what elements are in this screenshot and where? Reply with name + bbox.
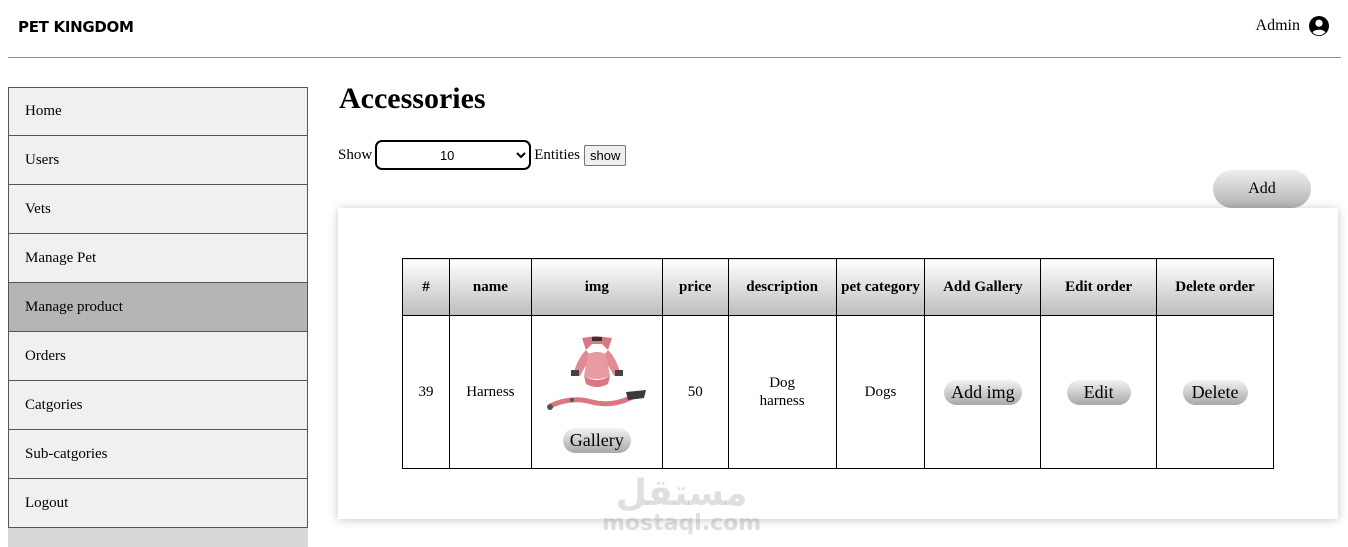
sidebar: Home Users Vets Manage Pet Manage produc… [8, 87, 308, 547]
products-table: # name img price description pet categor… [402, 258, 1274, 469]
sidebar-item-label: Logout [25, 494, 69, 511]
sidebar-item-manage-pet[interactable]: Manage Pet [8, 234, 308, 283]
product-image [546, 335, 646, 410]
sidebar-item-vets[interactable]: Vets [8, 185, 308, 234]
table-header-row: # name img price description pet categor… [402, 258, 1274, 316]
page-title: Accessories [339, 82, 486, 115]
sidebar-item-logout[interactable]: Logout [8, 479, 308, 528]
entities-label: Entities [534, 146, 581, 163]
sidebar-item-label: Vets [25, 200, 51, 217]
sidebar-item-label: Catgories [25, 396, 83, 413]
sidebar-item-orders[interactable]: Orders [8, 332, 308, 381]
column-header-add-gallery: Add Gallery [924, 258, 1042, 316]
user-circle-icon[interactable] [1308, 15, 1330, 37]
sidebar-item-label: Orders [25, 347, 66, 364]
column-header-description: description [727, 258, 837, 316]
add-button[interactable]: Add [1213, 170, 1311, 208]
cell-pet-category: Dogs [835, 315, 926, 469]
sidebar-item-label: Home [25, 103, 62, 119]
column-header-price: price [661, 258, 729, 316]
sidebar-item-label: Sub-catgories [25, 445, 108, 462]
sidebar-item-home[interactable]: Home [8, 87, 308, 136]
table-row: 39 Harness Gallery 50 Dog harness Dogs A… [402, 315, 1274, 469]
edit-button[interactable]: Edit [1066, 379, 1131, 405]
cell-name: Harness [448, 315, 532, 469]
header-divider [8, 57, 1341, 58]
table-card: # name img price description pet categor… [338, 208, 1338, 519]
cell-description: Dog harness [727, 315, 837, 469]
delete-button[interactable]: Delete [1182, 379, 1248, 405]
column-header-delete-order: Delete order [1156, 258, 1274, 316]
entities-control: Show 10 Entities show [338, 140, 627, 170]
column-header-img: img [530, 258, 663, 316]
add-img-button[interactable]: Add img [944, 379, 1022, 405]
admin-label: Admin [1255, 17, 1300, 34]
entities-select[interactable]: 10 [375, 140, 532, 170]
cell-edit: Edit [1040, 315, 1158, 469]
show-button[interactable]: show [584, 144, 627, 166]
cell-add-gallery: Add img [924, 315, 1042, 469]
sidebar-item-categories[interactable]: Catgories [8, 381, 308, 430]
cell-price: 50 [661, 315, 729, 469]
admin-menu[interactable]: Admin [1256, 15, 1330, 37]
cell-delete: Delete [1156, 315, 1274, 469]
sidebar-item-label: Users [25, 151, 60, 168]
sidebar-item-manage-product[interactable]: Manage product [8, 283, 308, 332]
column-header-id: # [402, 258, 450, 316]
top-bar: PET KINGDOM Admin [0, 0, 1348, 58]
brand-logo[interactable]: PET KINGDOM [18, 18, 134, 36]
column-header-edit-order: Edit order [1040, 258, 1158, 316]
column-header-pet-category: pet category [835, 258, 926, 316]
sidebar-item-label: Manage Pet [25, 249, 97, 266]
cell-id: 39 [402, 315, 450, 469]
show-label: Show [338, 146, 373, 163]
cell-img: Gallery [530, 315, 663, 469]
description-text: Dog harness [759, 375, 805, 409]
sidebar-item-sub-categories[interactable]: Sub-catgories [8, 430, 308, 479]
sidebar-item-users[interactable]: Users [8, 136, 308, 185]
gallery-button[interactable]: Gallery [562, 427, 631, 453]
sidebar-item-label: Manage product [25, 298, 123, 315]
column-header-name: name [448, 258, 532, 316]
